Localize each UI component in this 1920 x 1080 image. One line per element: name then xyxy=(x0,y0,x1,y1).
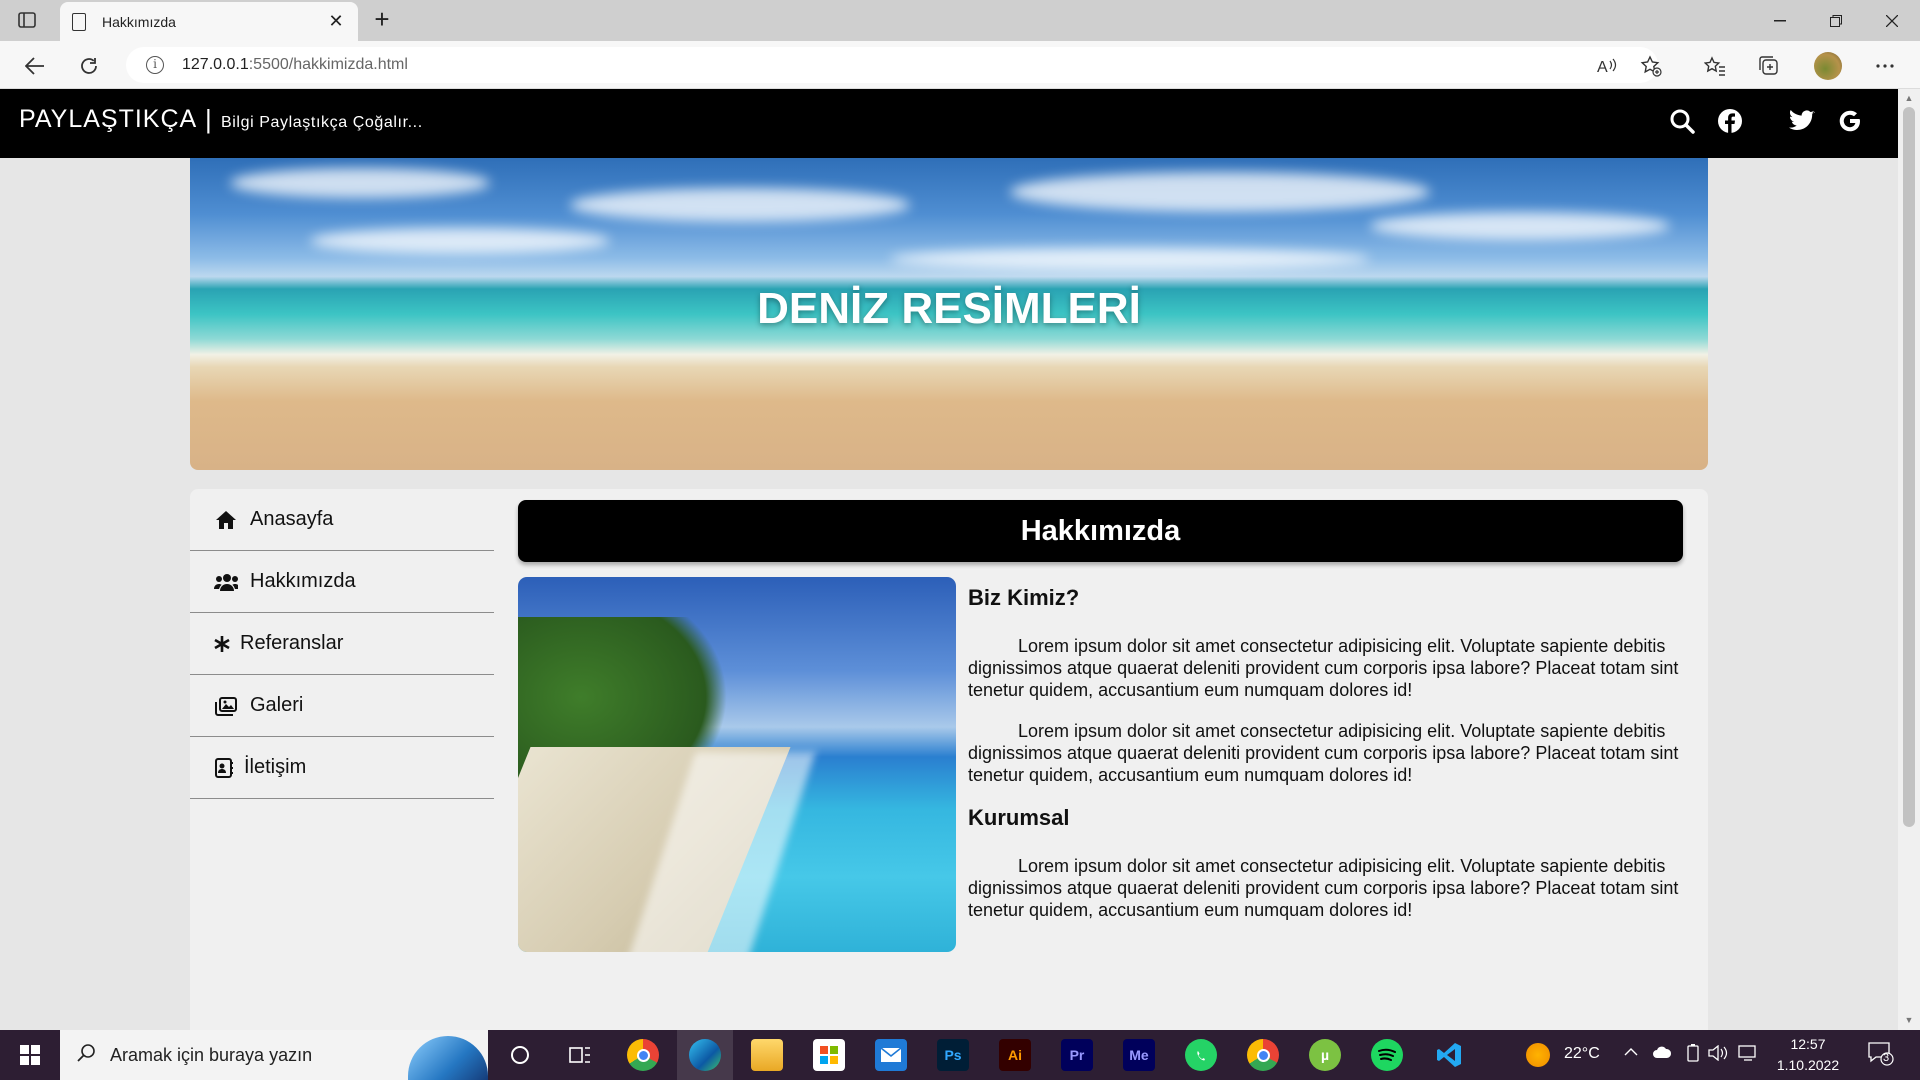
hero-banner: DENİZ RESİMLERİ xyxy=(190,158,1708,470)
browser-tab-bar: Hakkımızda ✕ + xyxy=(0,0,1920,41)
close-window-button[interactable] xyxy=(1864,0,1920,41)
browser-tab[interactable]: Hakkımızda ✕ xyxy=(60,2,358,41)
file-explorer-icon[interactable] xyxy=(751,1039,783,1071)
premiere-icon[interactable]: Pr xyxy=(1061,1039,1093,1071)
scroll-down-icon[interactable]: ▼ xyxy=(1904,1015,1914,1025)
profile-avatar[interactable] xyxy=(1814,52,1842,80)
illustrator-icon[interactable]: Ai xyxy=(999,1039,1031,1071)
address-bar: i 127.0.0.1:5500/hakkimizda.html A xyxy=(0,41,1920,89)
utorrent-icon[interactable]: µ xyxy=(1309,1039,1341,1071)
home-icon xyxy=(214,508,238,532)
site-header: PAYLAŞTIKÇA | Bilgi Paylaştıkça Çoğalır.… xyxy=(0,89,1898,158)
read-aloud-icon[interactable]: A xyxy=(1592,51,1622,81)
nav-item-galeri[interactable]: Galeri xyxy=(190,675,494,737)
scroll-up-icon[interactable]: ▲ xyxy=(1904,93,1914,103)
contact-card-icon xyxy=(214,756,234,780)
nav-label: Anasayfa xyxy=(250,508,334,530)
restore-button[interactable] xyxy=(1808,0,1864,41)
url-path: :5500/hakkimizda.html xyxy=(248,56,408,73)
notifications-icon[interactable] xyxy=(1868,1042,1894,1071)
onedrive-icon[interactable] xyxy=(1652,1045,1672,1064)
add-favorite-icon[interactable] xyxy=(1636,51,1666,81)
close-tab-icon[interactable]: ✕ xyxy=(326,11,346,32)
clock-date: 1.10.2022 xyxy=(1776,1057,1840,1073)
whatsapp-icon[interactable] xyxy=(1185,1039,1217,1071)
site-info-icon[interactable]: i xyxy=(146,56,164,74)
search-placeholder: Aramak için buraya yazın xyxy=(110,1044,313,1065)
beach-photo xyxy=(518,577,956,952)
weather-icon[interactable] xyxy=(1526,1043,1550,1067)
scrollbar-thumb[interactable] xyxy=(1903,107,1915,827)
spotify-icon[interactable] xyxy=(1371,1039,1403,1071)
svg-text:A: A xyxy=(1597,59,1608,75)
users-icon xyxy=(214,570,238,594)
new-tab-button[interactable]: + xyxy=(368,6,396,34)
nav-item-referanslar[interactable]: Referanslar xyxy=(190,613,494,675)
about-article: Biz Kimiz? Lorem ipsum dolor sit amet co… xyxy=(968,585,1683,940)
page-title: Hakkımızda xyxy=(518,500,1683,562)
back-icon[interactable] xyxy=(20,51,50,81)
section-title-kurumsal: Kurumsal xyxy=(968,805,1070,830)
hero-title: DENİZ RESİMLERİ xyxy=(757,284,1141,333)
section-title-biz-kimiz: Biz Kimiz? xyxy=(968,585,1080,610)
battery-icon[interactable] xyxy=(1686,1044,1700,1067)
taskbar-search[interactable]: Aramak için buraya yazın xyxy=(60,1030,488,1080)
content-panel: Anasayfa Hakkımızda Referanslar Galeri İ… xyxy=(190,489,1708,1030)
chrome-profile-icon[interactable] xyxy=(1247,1039,1279,1071)
temperature[interactable]: 22°C xyxy=(1564,1045,1600,1063)
tab-actions-icon[interactable] xyxy=(16,9,38,31)
edge-icon[interactable] xyxy=(689,1039,721,1071)
task-view-icon[interactable] xyxy=(564,1039,596,1071)
twitter-icon[interactable] xyxy=(1788,107,1816,135)
windows-start-icon[interactable] xyxy=(0,1030,60,1080)
nav-item-anasayfa[interactable]: Anasayfa xyxy=(190,489,494,551)
search-highlight-image xyxy=(408,1036,488,1080)
minimize-button[interactable] xyxy=(1752,0,1808,41)
clock-time: 12:57 xyxy=(1790,1036,1826,1052)
nav-item-hakkimizda[interactable]: Hakkımızda xyxy=(190,551,494,613)
images-icon xyxy=(214,694,238,718)
asterisk-icon xyxy=(214,632,230,656)
more-menu-icon[interactable] xyxy=(1870,51,1900,81)
media-encoder-icon[interactable]: Me xyxy=(1123,1039,1155,1071)
brand-separator: | xyxy=(205,104,212,134)
url-host: 127.0.0.1 xyxy=(182,56,249,73)
page-viewport: PAYLAŞTIKÇA | Bilgi Paylaştıkça Çoğalır.… xyxy=(0,89,1898,1030)
photoshop-icon[interactable]: Ps xyxy=(937,1039,969,1071)
notification-count: 3 xyxy=(1883,1052,1890,1064)
microsoft-store-icon[interactable] xyxy=(813,1039,845,1071)
volume-icon[interactable] xyxy=(1708,1044,1728,1066)
page-scrollbar[interactable]: ▲ ▼ xyxy=(1898,89,1920,1030)
paragraph: Lorem ipsum dolor sit amet consectetur a… xyxy=(968,636,1679,700)
paragraph: Lorem ipsum dolor sit amet consectetur a… xyxy=(968,721,1679,785)
system-clock[interactable]: 12:57 1.10.2022 xyxy=(1770,1034,1846,1076)
tab-title: Hakkımızda xyxy=(102,13,176,30)
site-slogan: Bilgi Paylaştıkça Çoğalır... xyxy=(221,114,423,131)
site-brand[interactable]: PAYLAŞTIKÇA xyxy=(19,105,197,134)
nav-label: İletişim xyxy=(244,756,307,778)
collections-icon[interactable] xyxy=(1754,51,1784,81)
nav-label: Referanslar xyxy=(240,632,344,654)
favorites-icon[interactable] xyxy=(1700,51,1730,81)
side-navigation: Anasayfa Hakkımızda Referanslar Galeri İ… xyxy=(190,489,494,799)
facebook-icon[interactable] xyxy=(1716,107,1744,135)
cortana-icon[interactable] xyxy=(504,1039,536,1071)
vscode-icon[interactable] xyxy=(1433,1039,1465,1071)
windows-taskbar: Aramak için buraya yazın Ps Ai Pr Me µ 2… xyxy=(0,1030,1920,1080)
network-icon[interactable] xyxy=(1738,1045,1758,1066)
mail-icon[interactable] xyxy=(875,1039,907,1071)
paragraph: Lorem ipsum dolor sit amet consectetur a… xyxy=(968,856,1679,920)
refresh-icon[interactable] xyxy=(74,51,104,81)
tray-expand-icon[interactable] xyxy=(1624,1044,1638,1062)
nav-label: Hakkımızda xyxy=(250,570,356,592)
nav-item-iletisim[interactable]: İletişim xyxy=(190,737,494,799)
url-field[interactable]: i 127.0.0.1:5500/hakkimizda.html xyxy=(126,47,1658,83)
search-icon xyxy=(76,1043,96,1068)
search-icon[interactable] xyxy=(1668,107,1696,135)
nav-label: Galeri xyxy=(250,694,304,716)
google-icon[interactable] xyxy=(1836,107,1864,135)
page-icon xyxy=(72,12,86,31)
chrome-icon[interactable] xyxy=(627,1039,659,1071)
